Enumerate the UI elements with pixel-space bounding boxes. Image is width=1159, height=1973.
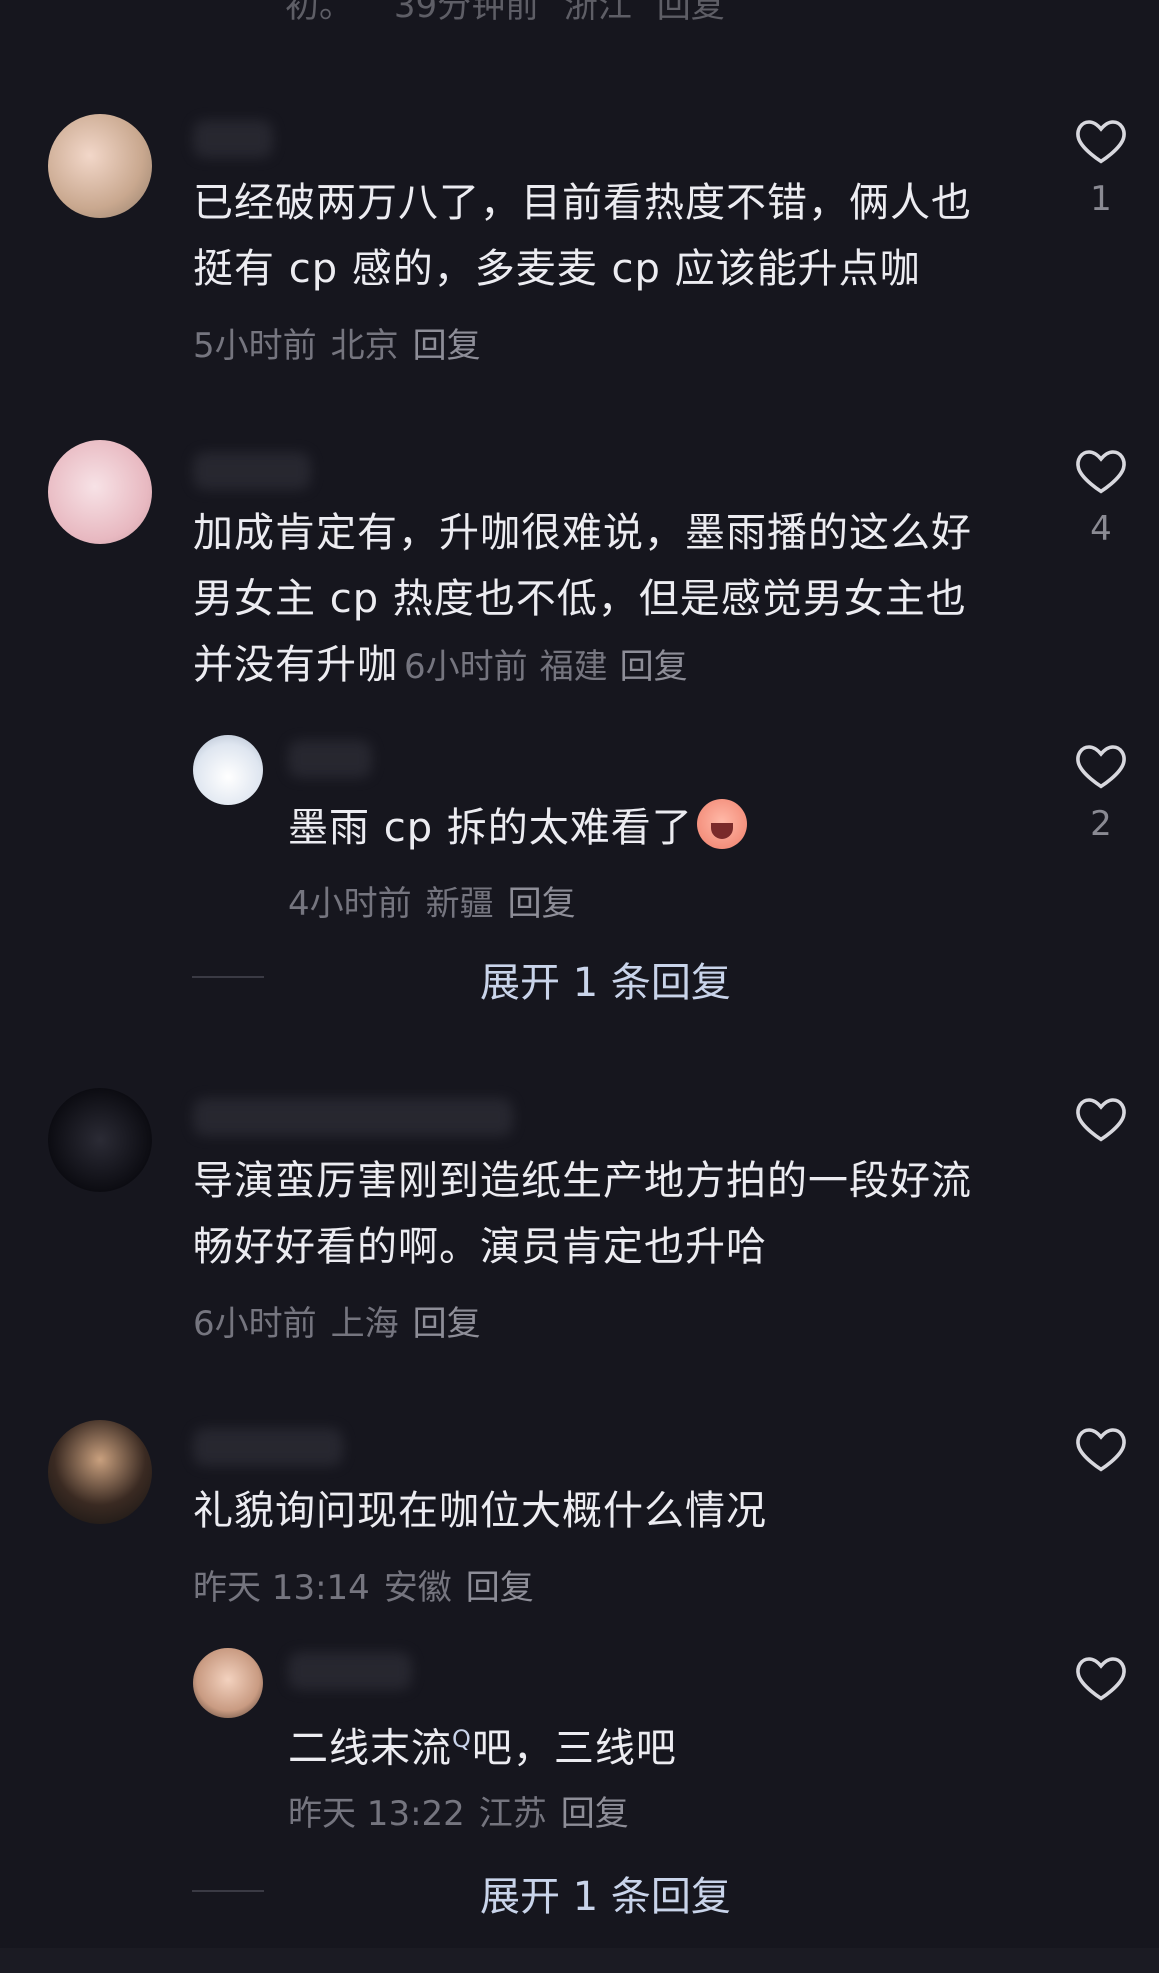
- username-blurred[interactable]: [193, 120, 273, 158]
- username-blurred[interactable]: [193, 452, 311, 490]
- heart-icon: [1076, 1428, 1126, 1472]
- comment-location: 福建: [539, 647, 608, 687]
- like-button[interactable]: [1072, 1652, 1130, 1716]
- comment-location: 北京: [330, 326, 399, 366]
- reply-meta: 昨天 13:22 江苏 回复: [288, 1786, 643, 1835]
- username-blurred[interactable]: [193, 1428, 343, 1466]
- comment-text: 礼貌询问现在咖位大概什么情况: [193, 1488, 767, 1534]
- like-button[interactable]: 1: [1072, 115, 1130, 219]
- comment-text: 已经破两万八了，目前看热度不错，俩人也 挺有 cp 感的，多麦麦 cp 应该能升…: [193, 180, 972, 292]
- comment-location: 上海: [330, 1304, 399, 1344]
- heart-icon: [1076, 745, 1126, 789]
- like-count: 2: [1090, 804, 1112, 844]
- comment-meta: 6小时前 上海 回复: [193, 1296, 495, 1345]
- reply-button[interactable]: 回复: [413, 1304, 481, 1344]
- search-link-icon[interactable]: Q: [452, 1725, 472, 1753]
- reply-meta: 4小时前 新疆 回复: [288, 876, 590, 925]
- like-button[interactable]: [1072, 1423, 1130, 1487]
- previous-comment-tail: 初。 39分钟前 浙江 回复: [285, 0, 725, 26]
- reply-username-blurred[interactable]: [288, 740, 372, 778]
- heart-icon: [1076, 450, 1126, 494]
- like-button[interactable]: 2: [1072, 740, 1130, 844]
- reply-username-blurred[interactable]: [288, 1652, 412, 1690]
- avatar[interactable]: [48, 1420, 152, 1524]
- comment-location: 安徽: [383, 1568, 452, 1608]
- like-button[interactable]: 4: [1072, 445, 1130, 549]
- reply-button[interactable]: 回复: [466, 1568, 534, 1608]
- bottom-edge: [0, 1948, 1159, 1973]
- reply-text: 墨雨 cp 拆的太难看了: [288, 795, 747, 861]
- expand-replies-label: 展开 1 条回复: [480, 960, 731, 1006]
- like-count: 1: [1090, 179, 1112, 219]
- avatar[interactable]: [48, 114, 152, 218]
- divider: [192, 976, 264, 978]
- comment-meta: 6小时前 福建 回复: [404, 647, 700, 687]
- comment-time: 6小时前: [193, 1304, 317, 1344]
- reply-avatar[interactable]: [193, 735, 263, 805]
- heart-icon: [1076, 120, 1126, 164]
- comment-time: 昨天 13:14: [193, 1568, 370, 1608]
- comment-meta: 5小时前 北京 回复: [193, 318, 495, 367]
- reply-location: 新疆: [425, 884, 494, 924]
- reply-button[interactable]: 回复: [561, 1794, 629, 1834]
- reply-button[interactable]: 回复: [413, 326, 481, 366]
- comment-text: 导演蛮厉害刚到造纸生产地方拍的一段好流 畅好好看的啊。演员肯定也升哈: [193, 1158, 972, 1270]
- like-button[interactable]: [1072, 1093, 1130, 1157]
- avatar[interactable]: [48, 440, 152, 544]
- reply-time: 昨天 13:22: [288, 1794, 465, 1834]
- divider: [192, 1890, 264, 1892]
- comment-time: 6小时前: [404, 647, 528, 687]
- username-blurred[interactable]: [193, 1098, 513, 1136]
- comment-section: 初。 39分钟前 浙江 回复 已经破两万八了，目前看热度不错，俩人也 挺有 cp…: [0, 0, 1159, 1973]
- reply-time: 4小时前: [288, 884, 412, 924]
- expand-replies-label: 展开 1 条回复: [480, 1874, 731, 1920]
- reply-avatar[interactable]: [193, 1648, 263, 1718]
- reply-location: 江苏: [478, 1794, 547, 1834]
- reply-button[interactable]: 回复: [508, 884, 576, 924]
- like-count: 4: [1090, 509, 1112, 549]
- heart-icon: [1076, 1098, 1126, 1142]
- comment-text: 加成肯定有，升咖很难说，墨雨播的这么好 男女主 cp 热度也不低，但是感觉男女主…: [193, 510, 972, 688]
- comment-meta: 昨天 13:14 安徽 回复: [193, 1560, 548, 1609]
- avatar[interactable]: [48, 1088, 152, 1192]
- reply-text: 二线末流Q吧，三线吧: [288, 1725, 677, 1772]
- comment-time: 5小时前: [193, 326, 317, 366]
- crying-face-emoji: [696, 799, 747, 849]
- reply-button[interactable]: 回复: [620, 647, 688, 687]
- heart-icon: [1076, 1657, 1126, 1701]
